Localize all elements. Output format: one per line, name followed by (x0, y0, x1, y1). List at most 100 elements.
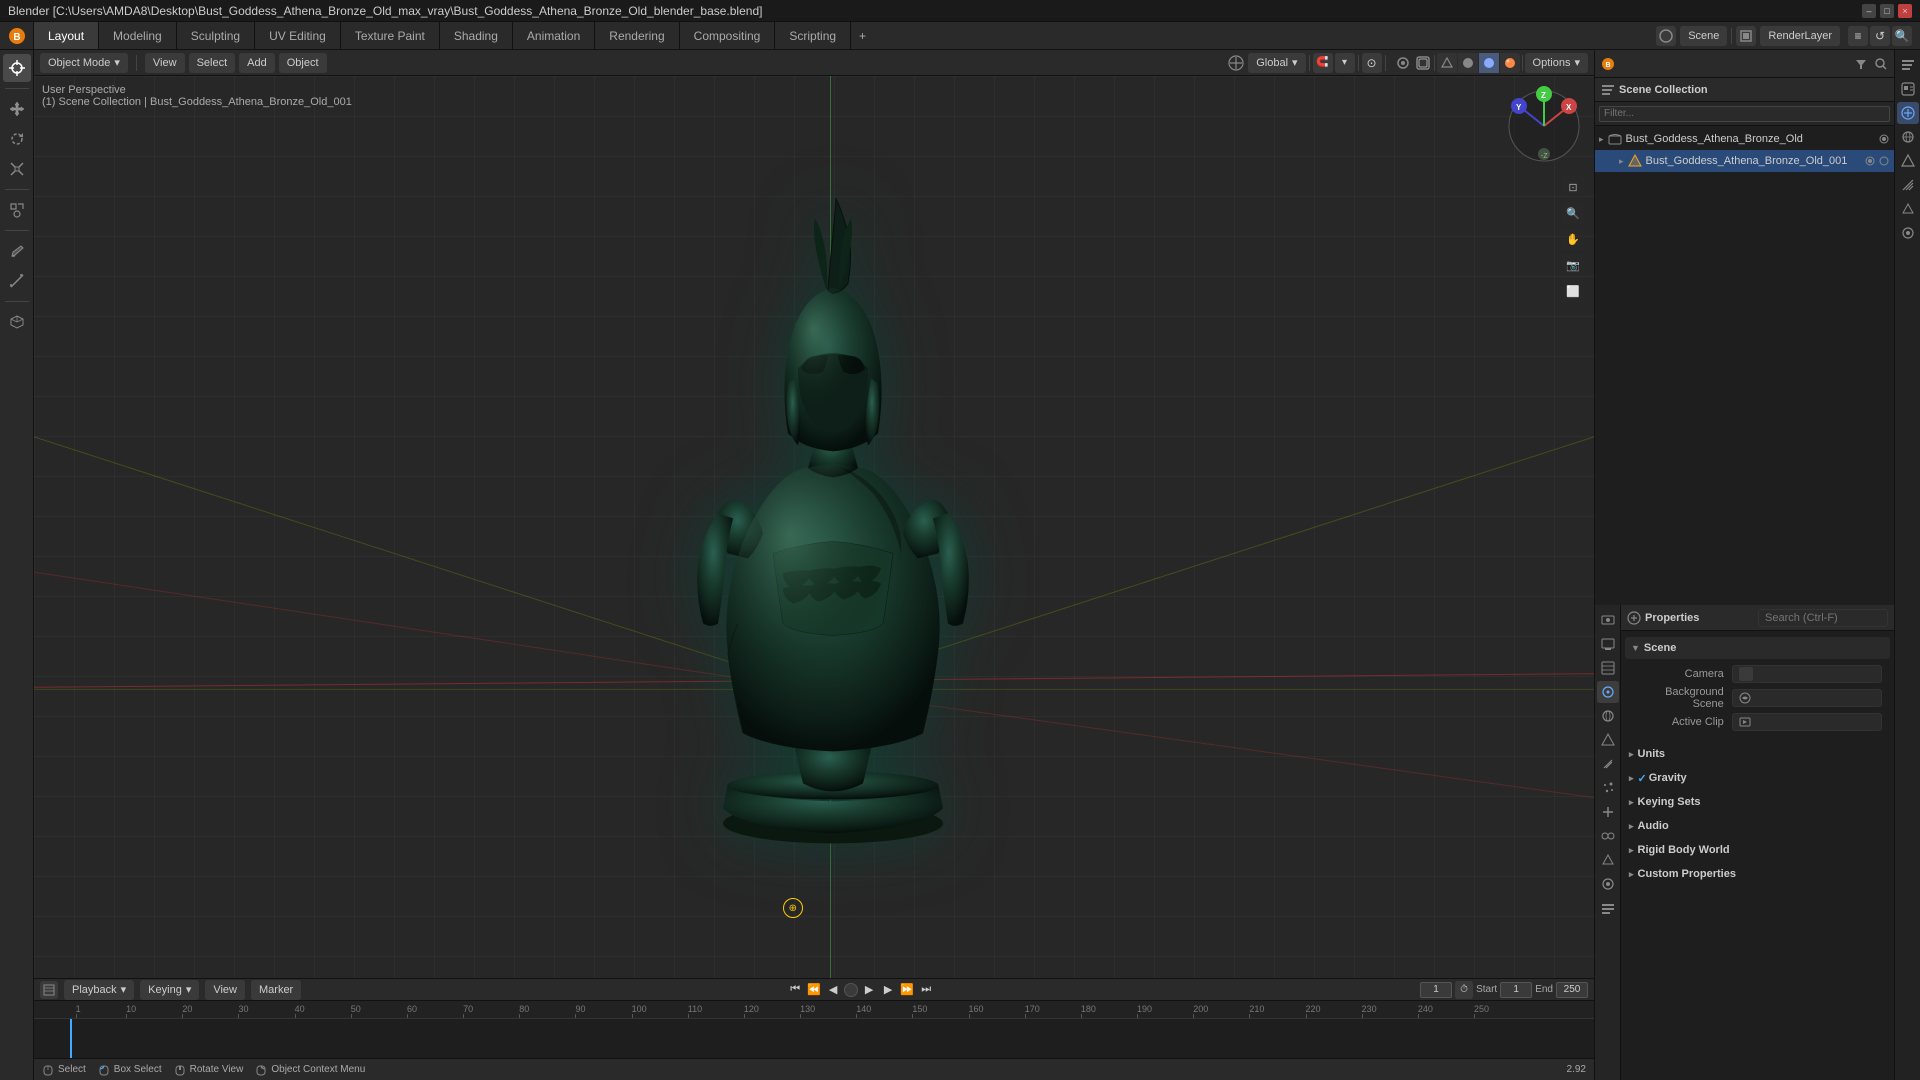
scene-section-header[interactable]: ▼ Scene (1625, 637, 1890, 659)
camera-view-button[interactable]: 📷 (1562, 254, 1584, 276)
select-menu[interactable]: Select (189, 53, 236, 73)
frame-all-button[interactable]: ⬜ (1562, 280, 1584, 302)
section-checkbox[interactable]: ✓ (1638, 772, 1647, 785)
modifier-prop-icon[interactable] (1597, 753, 1619, 775)
physics-prop-icon[interactable] (1597, 801, 1619, 823)
shaderfx-prop-icon[interactable] (1597, 897, 1619, 919)
camera-value[interactable] (1732, 665, 1882, 683)
tab-modeling[interactable]: Modeling (99, 22, 177, 49)
jump-end-button[interactable]: ⏭ (918, 982, 934, 998)
options-dropdown[interactable]: Options ▾ (1525, 53, 1588, 73)
tab-rendering[interactable]: Rendering (595, 22, 679, 49)
transform-tool[interactable] (3, 196, 31, 224)
solid-shading-button[interactable] (1458, 53, 1478, 73)
tab-uv-editing[interactable]: UV Editing (255, 22, 341, 49)
tab-shading[interactable]: Shading (440, 22, 513, 49)
snap-toggle[interactable]: 🧲 (1313, 53, 1333, 73)
render-visibility-icon[interactable] (1878, 155, 1890, 167)
output-prop-icon[interactable] (1597, 633, 1619, 655)
overlays-icon[interactable] (1394, 54, 1412, 72)
fps-button[interactable]: ⏱ (1455, 981, 1473, 999)
prev-keyframe-button[interactable]: ⏪ (806, 982, 822, 998)
tab-compositing[interactable]: Compositing (680, 22, 776, 49)
section-rigid-body world[interactable]: ▸Rigid Body World (1625, 839, 1890, 861)
proportional-edit-toggle[interactable]: ⊙ (1362, 53, 1382, 73)
measure-tool[interactable] (3, 267, 31, 295)
object-prop-icon[interactable] (1597, 729, 1619, 751)
current-frame-input[interactable] (1420, 982, 1452, 998)
xray-toggle-icon[interactable] (1414, 54, 1432, 72)
object-mode-dropdown[interactable]: Object Mode ▾ (40, 53, 128, 73)
world-prop-icon[interactable] (1597, 705, 1619, 727)
section-audio[interactable]: ▸Audio (1625, 815, 1890, 837)
snap-type[interactable]: ▾ (1335, 53, 1355, 73)
rendered-shading-button[interactable] (1500, 53, 1520, 73)
playback-menu[interactable]: Playback ▾ (64, 980, 134, 1000)
navigation-gizmo[interactable]: X Y Z -Z (1504, 86, 1584, 166)
tab-layout[interactable]: Layout (34, 22, 99, 49)
section-units[interactable]: ▸Units (1625, 743, 1890, 765)
add-cube-tool[interactable] (3, 308, 31, 336)
annotate-tool[interactable] (3, 237, 31, 265)
filter-icon[interactable]: ≡ (1848, 26, 1868, 46)
render-prop-icon[interactable] (1597, 609, 1619, 631)
particles-prop-icon[interactable] (1597, 777, 1619, 799)
start-frame-input[interactable] (1500, 982, 1532, 998)
scene-selector[interactable]: Scene (1680, 26, 1727, 46)
sync-icon[interactable]: ↺ (1870, 26, 1890, 46)
outliner-item-collection[interactable]: ▸ Bust_Goddess_Athena_Bronze_Old (1595, 128, 1894, 150)
props-search-input[interactable] (1758, 609, 1888, 627)
section-keying-sets[interactable]: ▸Keying Sets (1625, 791, 1890, 813)
timeline-track[interactable] (34, 1019, 1594, 1058)
wireframe-shading-button[interactable] (1437, 53, 1457, 73)
record-button[interactable] (844, 983, 858, 997)
section-custom-properties[interactable]: ▸Custom Properties (1625, 863, 1890, 885)
outliner-filter-input[interactable] (1599, 106, 1890, 122)
object-props-icon[interactable] (1897, 150, 1919, 172)
add-workspace-button[interactable]: + (851, 22, 874, 49)
playhead[interactable] (70, 1019, 72, 1058)
lookdev-shading-button[interactable] (1479, 53, 1499, 73)
material-prop-icon[interactable] (1597, 873, 1619, 895)
zoom-to-fit-button[interactable]: ⊡ (1562, 176, 1584, 198)
tab-sculpting[interactable]: Sculpting (177, 22, 255, 49)
outliner-type-icon[interactable] (1897, 54, 1919, 76)
section-gravity[interactable]: ▸✓Gravity (1625, 767, 1890, 789)
marker-menu[interactable]: Marker (251, 980, 301, 1000)
material-props-icon[interactable] (1897, 222, 1919, 244)
rotate-tool[interactable] (3, 125, 31, 153)
search-icon-outliner[interactable] (1874, 57, 1888, 71)
transform-orientation-dropdown[interactable]: Global ▾ (1248, 53, 1305, 73)
render-layer-selector[interactable]: RenderLayer (1760, 26, 1840, 46)
view-menu-timeline[interactable]: View (205, 980, 245, 1000)
tab-texture-paint[interactable]: Texture Paint (341, 22, 440, 49)
jump-start-button[interactable]: ⏮ (787, 982, 803, 998)
prev-frame-button[interactable]: ◀ (825, 982, 841, 998)
properties-type-icon[interactable] (1897, 78, 1919, 100)
data-prop-icon[interactable] (1597, 849, 1619, 871)
end-frame-input[interactable] (1556, 982, 1588, 998)
mesh-visibility-icon[interactable] (1864, 155, 1876, 167)
view-layer-prop-icon[interactable] (1597, 657, 1619, 679)
maximize-button[interactable]: □ (1880, 4, 1894, 18)
zoom-button[interactable]: 🔍 (1562, 202, 1584, 224)
keying-menu[interactable]: Keying ▾ (140, 980, 199, 1000)
visibility-icon[interactable] (1878, 133, 1890, 145)
tab-scripting[interactable]: Scripting (775, 22, 851, 49)
close-button[interactable]: × (1898, 4, 1912, 18)
data-props-icon[interactable] (1897, 198, 1919, 220)
search-icon[interactable]: 🔍 (1892, 26, 1912, 46)
hand-tool-button[interactable]: ✋ (1562, 228, 1584, 250)
view-menu[interactable]: View (145, 53, 185, 73)
outliner-item-mesh[interactable]: ▸ Bust_Goddess_Athena_Bronze_Old_001 (1595, 150, 1894, 172)
background-scene-value[interactable] (1732, 689, 1882, 707)
filter-icon-outliner[interactable] (1854, 57, 1868, 71)
next-frame-button[interactable]: ▶ (880, 982, 896, 998)
constraints-prop-icon[interactable] (1597, 825, 1619, 847)
scene-props-icon[interactable] (1897, 102, 1919, 124)
next-keyframe-button[interactable]: ⏩ (899, 982, 915, 998)
add-menu[interactable]: Add (239, 53, 275, 73)
world-props-icon[interactable] (1897, 126, 1919, 148)
cursor-tool[interactable] (3, 54, 31, 82)
active-clip-value[interactable] (1732, 713, 1882, 731)
